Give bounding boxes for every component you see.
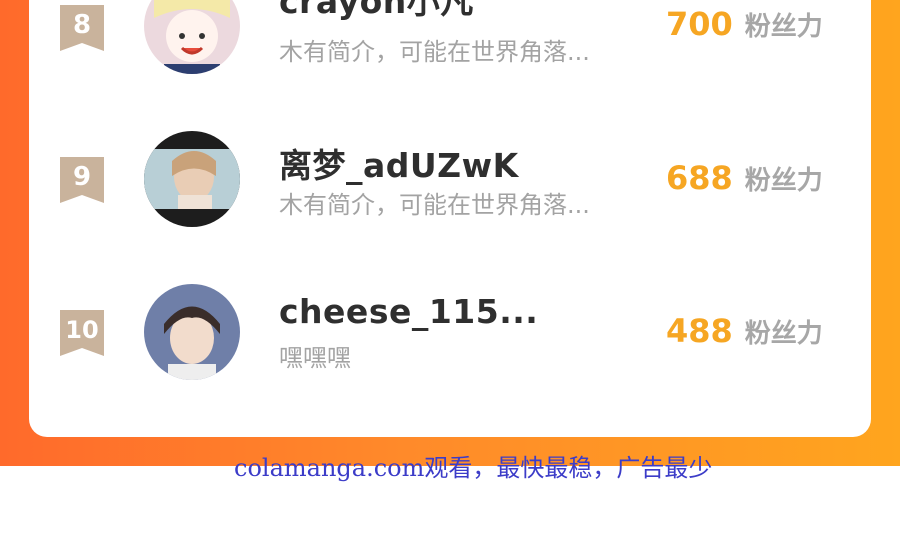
user-bio: 木有简介，可能在世界角落...: [279, 191, 590, 219]
user-bio: 木有简介，可能在世界角落...: [279, 38, 590, 66]
rank-badge: 8: [60, 5, 104, 51]
user-name[interactable]: crayon小凡: [279, 0, 474, 23]
rank-badge: 10: [60, 310, 104, 356]
rank-number: 9: [72, 162, 92, 192]
fan-power-count: 700: [666, 5, 733, 43]
watermark-text: colamanga.com观看，最快最稳，广告最少: [234, 454, 713, 482]
fan-power-count: 688: [666, 159, 733, 197]
fan-power: 488 粉丝力: [666, 312, 823, 350]
ranking-row[interactable]: 9 离梦_adUZwK 木有简介，可能在世界角落... 688 粉丝力: [29, 113, 871, 233]
avatar[interactable]: [144, 131, 240, 227]
avatar[interactable]: [144, 0, 240, 74]
avatar[interactable]: [144, 284, 240, 380]
ranking-card: 8 crayon小凡 木有简介，可能在世界角落... 700 粉丝力 9 离梦_…: [29, 0, 871, 437]
ranking-row[interactable]: 8 crayon小凡 木有简介，可能在世界角落... 700 粉丝力: [29, 0, 871, 80]
fan-power: 700 粉丝力: [666, 5, 823, 43]
ranking-row[interactable]: 10 cheese_115... 嘿嘿嘿 488 粉丝力: [29, 266, 871, 386]
user-name[interactable]: 离梦_adUZwK: [279, 139, 519, 187]
fan-power: 688 粉丝力: [666, 159, 823, 197]
user-bio: 嘿嘿嘿: [279, 344, 351, 372]
user-name[interactable]: cheese_115...: [279, 292, 538, 331]
rank-number: 8: [72, 10, 92, 40]
fan-power-count: 488: [666, 312, 733, 350]
fan-power-unit: 粉丝力: [744, 166, 823, 196]
rank-badge: 9: [60, 157, 104, 203]
fan-power-unit: 粉丝力: [744, 319, 823, 349]
rank-number: 10: [65, 316, 99, 344]
fan-power-unit: 粉丝力: [744, 12, 823, 42]
